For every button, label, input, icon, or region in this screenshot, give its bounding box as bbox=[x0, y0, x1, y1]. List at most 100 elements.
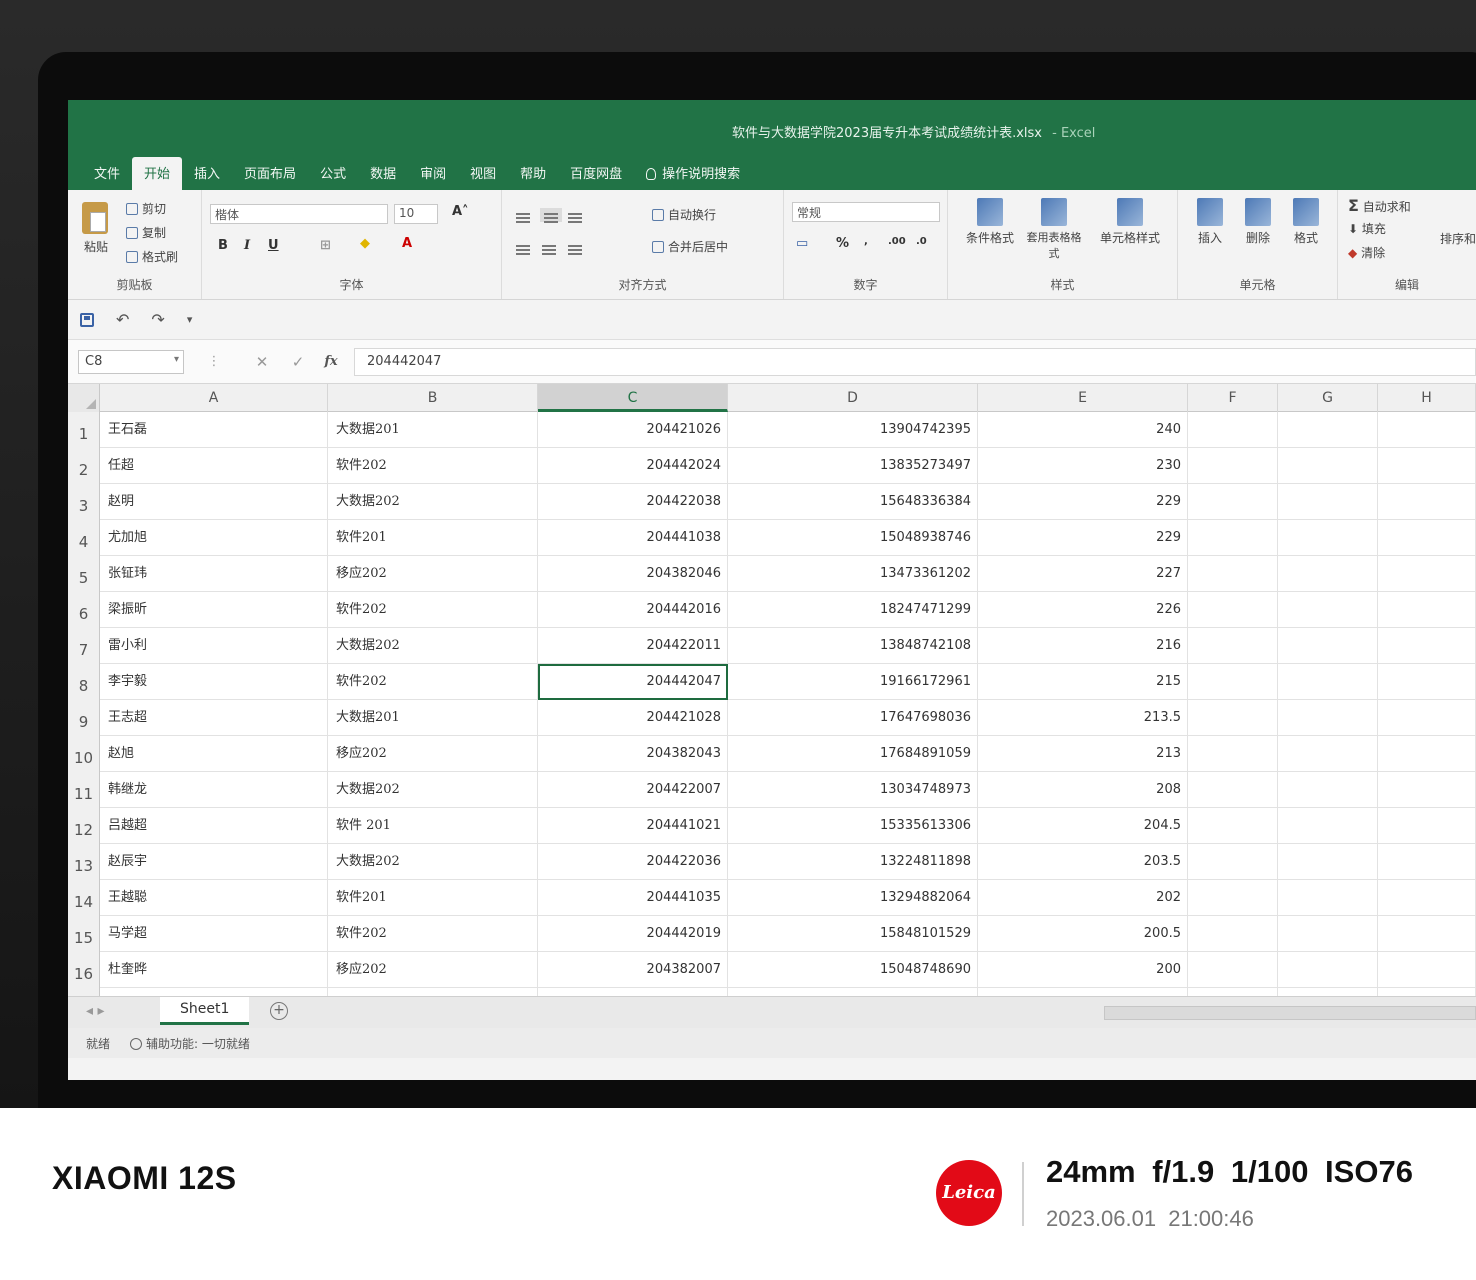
tab-9[interactable]: 百度网盘 bbox=[558, 163, 634, 190]
cell-e[interactable]: 203.5 bbox=[978, 844, 1188, 880]
underline-button[interactable]: U bbox=[268, 238, 279, 253]
fill-color-icon[interactable]: ◆ bbox=[360, 236, 370, 251]
cell-b[interactable]: 大数据202 bbox=[328, 628, 538, 664]
cell-d[interactable]: 13848742108 bbox=[728, 628, 978, 664]
cell-f[interactable] bbox=[1188, 736, 1278, 772]
cell-e[interactable]: 227 bbox=[978, 556, 1188, 592]
cell-c[interactable]: 204441021 bbox=[538, 808, 728, 844]
sheet-nav-icon[interactable]: ◂ ▸ bbox=[86, 1003, 105, 1019]
row-header[interactable]: 1 bbox=[68, 412, 100, 448]
cell-g[interactable] bbox=[1278, 592, 1378, 628]
cell-a[interactable]: 王志超 bbox=[100, 700, 328, 736]
fill-button[interactable]: ⬇ 填充 bbox=[1348, 220, 1386, 237]
cell-c[interactable]: 204422036 bbox=[538, 844, 728, 880]
cell-f[interactable] bbox=[1188, 484, 1278, 520]
cell-d[interactable]: 13904742395 bbox=[728, 412, 978, 448]
cell-h[interactable] bbox=[1378, 592, 1476, 628]
cell-d[interactable]: 13224811898 bbox=[728, 844, 978, 880]
cell-a[interactable]: 尤加旭 bbox=[100, 520, 328, 556]
cell-b[interactable]: 大数据202 bbox=[328, 772, 538, 808]
cell-h[interactable] bbox=[1378, 952, 1476, 988]
border-icon[interactable]: ⊞ bbox=[320, 238, 331, 253]
formula-input[interactable]: 204442047 bbox=[354, 347, 1476, 376]
conditional-format-button[interactable]: 条件格式 bbox=[962, 198, 1018, 246]
cell-f[interactable] bbox=[1188, 952, 1278, 988]
cell-d[interactable]: 15048938746 bbox=[728, 520, 978, 556]
sort-filter-button[interactable]: 排序和 bbox=[1440, 230, 1476, 247]
cell-b[interactable]: 大数据202 bbox=[328, 484, 538, 520]
cell-f[interactable] bbox=[1188, 520, 1278, 556]
cell-b[interactable]: 移应202 bbox=[328, 556, 538, 592]
row-header[interactable]: 10 bbox=[68, 736, 100, 772]
cell-f[interactable] bbox=[1188, 844, 1278, 880]
format-as-table-button[interactable]: 套用表格格式 bbox=[1026, 198, 1082, 261]
cell-a[interactable]: 张钲玮 bbox=[100, 556, 328, 592]
cell-d[interactable]: 13034748973 bbox=[728, 772, 978, 808]
tab-0[interactable]: 文件 bbox=[82, 163, 132, 190]
cell-e[interactable]: 229 bbox=[978, 520, 1188, 556]
percent-button[interactable]: % bbox=[836, 236, 849, 251]
cell-d[interactable]: 17684891059 bbox=[728, 736, 978, 772]
cell-d[interactable]: 18247471299 bbox=[728, 592, 978, 628]
cell-f[interactable] bbox=[1188, 556, 1278, 592]
cell-c[interactable]: 204441035 bbox=[538, 880, 728, 916]
cell-f[interactable] bbox=[1188, 880, 1278, 916]
cell-h[interactable] bbox=[1378, 664, 1476, 700]
cell-a[interactable]: 李宇毅 bbox=[100, 664, 328, 700]
copy-button[interactable]: 复制 bbox=[126, 224, 166, 241]
cell-f[interactable] bbox=[1188, 412, 1278, 448]
row-header[interactable]: 7 bbox=[68, 628, 100, 664]
cell-g[interactable] bbox=[1278, 736, 1378, 772]
cell-h[interactable] bbox=[1378, 448, 1476, 484]
cell-c[interactable]: 204441038 bbox=[538, 520, 728, 556]
autosum-button[interactable]: Σ 自动求和 bbox=[1348, 196, 1411, 215]
insert-function-button[interactable]: fx bbox=[316, 354, 346, 369]
cell-a[interactable]: 刘然 bbox=[100, 988, 328, 996]
cell-a[interactable]: 马学超 bbox=[100, 916, 328, 952]
name-box[interactable]: C8 bbox=[78, 349, 184, 374]
cell-a[interactable]: 吕越超 bbox=[100, 808, 328, 844]
cell-h[interactable] bbox=[1378, 556, 1476, 592]
cell-g[interactable] bbox=[1278, 952, 1378, 988]
cell-b[interactable]: 软件 201 bbox=[328, 808, 538, 844]
cell-b[interactable]: 大数据202 bbox=[328, 844, 538, 880]
cell-f[interactable] bbox=[1188, 664, 1278, 700]
cell-h[interactable] bbox=[1378, 988, 1476, 996]
cell-d[interactable]: 13294882064 bbox=[728, 880, 978, 916]
row-header[interactable]: 3 bbox=[68, 484, 100, 520]
cell-f[interactable] bbox=[1188, 592, 1278, 628]
select-all-button[interactable] bbox=[68, 384, 100, 412]
cell-c[interactable]: 204382046 bbox=[538, 556, 728, 592]
cell-g[interactable] bbox=[1278, 916, 1378, 952]
cell-g[interactable] bbox=[1278, 520, 1378, 556]
tab-10[interactable]: 操作说明搜索 bbox=[634, 163, 752, 190]
cell-h[interactable] bbox=[1378, 484, 1476, 520]
cell-c[interactable]: 204442019 bbox=[538, 916, 728, 952]
row-header[interactable]: 12 bbox=[68, 808, 100, 844]
row-header[interactable]: 14 bbox=[68, 880, 100, 916]
cell-e[interactable]: 204.5 bbox=[978, 808, 1188, 844]
cut-button[interactable]: 剪切 bbox=[126, 200, 166, 217]
cell-a[interactable]: 王石磊 bbox=[100, 412, 328, 448]
tab-6[interactable]: 审阅 bbox=[408, 163, 458, 190]
cell-e[interactable]: 226 bbox=[978, 592, 1188, 628]
cell-g[interactable] bbox=[1278, 700, 1378, 736]
row-header[interactable]: 8 bbox=[68, 664, 100, 700]
cell-e[interactable]: 215 bbox=[978, 664, 1188, 700]
align-top-icon[interactable] bbox=[516, 208, 530, 222]
cell-a[interactable]: 王越聪 bbox=[100, 880, 328, 916]
cell-c[interactable]: 204382043 bbox=[538, 736, 728, 772]
cell-g[interactable] bbox=[1278, 664, 1378, 700]
sheet-tab[interactable]: Sheet1 bbox=[160, 997, 250, 1025]
align-center-icon[interactable] bbox=[542, 240, 556, 254]
cell-d[interactable]: 15648336384 bbox=[728, 484, 978, 520]
cell-e[interactable]: 200 bbox=[978, 952, 1188, 988]
cell-f[interactable] bbox=[1188, 988, 1278, 996]
currency-icon[interactable]: ▭ bbox=[796, 236, 808, 251]
cell-styles-button[interactable]: 单元格样式 bbox=[1090, 198, 1170, 246]
cell-e[interactable]: 229 bbox=[978, 484, 1188, 520]
cell-b[interactable]: 大数据201 bbox=[328, 412, 538, 448]
add-sheet-icon[interactable]: + bbox=[270, 1002, 288, 1020]
cell-c[interactable]: 204421028 bbox=[538, 700, 728, 736]
cell-g[interactable] bbox=[1278, 556, 1378, 592]
